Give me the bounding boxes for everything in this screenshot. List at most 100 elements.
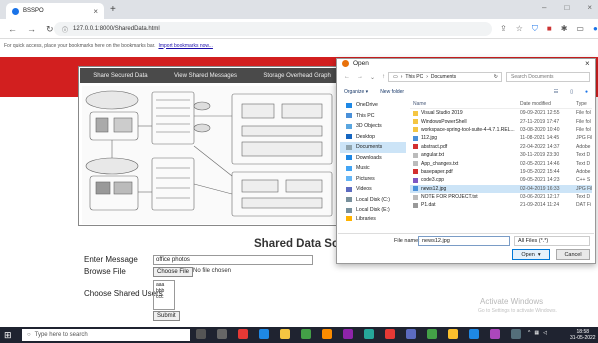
file-row[interactable]: P1.dat 21-09-2014 11:24 DAT Fi xyxy=(410,201,592,209)
star-icon[interactable]: ☆ xyxy=(516,24,523,34)
organize-menu[interactable]: Organize ▾ xyxy=(344,89,368,95)
app-icon[interactable] xyxy=(343,329,353,339)
chrome-icon[interactable] xyxy=(448,329,458,339)
nav-item-documents[interactable]: Documents xyxy=(340,142,406,153)
breadcrumb-this-pc[interactable]: This PC xyxy=(405,74,423,80)
dialog-close-icon[interactable]: × xyxy=(585,59,590,68)
volume-icon[interactable]: ◁ xyxy=(543,330,547,336)
preview-pane-icon[interactable]: ▯ xyxy=(570,89,573,95)
share-icon[interactable]: ⇪ xyxy=(500,24,507,34)
nav-item-libraries[interactable]: Libraries xyxy=(340,216,406,222)
info-icon[interactable]: ⓘ xyxy=(62,25,68,34)
cancel-button[interactable]: Cancel xyxy=(556,249,590,260)
app-icon[interactable] xyxy=(511,329,521,339)
edge-icon[interactable] xyxy=(259,329,269,339)
choose-file-button[interactable]: Choose File xyxy=(153,267,194,277)
taskbar-search[interactable]: ○ Type here to search xyxy=(22,329,190,341)
file-explorer-icon[interactable] xyxy=(280,329,290,339)
import-bookmarks-link[interactable]: Import bookmarks now... xyxy=(158,43,212,49)
file-name-input[interactable]: news12.jpg xyxy=(418,236,510,246)
file-row[interactable]: Visual Studio 2019 09-09-2021 12:55 File f… xyxy=(410,109,592,117)
shared-users-listbox[interactable]: aaa bbb ccc xyxy=(153,280,175,310)
pc-icon: ▭ xyxy=(393,74,398,80)
app-icon[interactable] xyxy=(406,329,416,339)
dialog-search-input[interactable]: Search Documents xyxy=(506,72,590,82)
shield-extension-icon[interactable]: ⛉ xyxy=(532,24,538,34)
user-option[interactable]: ccc xyxy=(156,294,172,300)
open-button[interactable]: Open ▾ xyxy=(512,249,550,260)
nav-item-music[interactable]: Music xyxy=(340,163,406,174)
back-arrow-icon[interactable]: ← xyxy=(344,74,350,81)
url-text: 127.0.0.1:8000/SharedData.html xyxy=(73,26,160,32)
profile-icon[interactable]: ● xyxy=(593,24,598,34)
browser-tab[interactable]: BSSPO × xyxy=(6,3,104,19)
close-window-icon[interactable]: × xyxy=(587,3,592,12)
tab-title: BSSPO xyxy=(23,8,44,14)
extension-red-icon[interactable]: ■ xyxy=(547,24,552,34)
file-row-selected[interactable]: news12.jpg 02-04-2019 16:33 JPG Fil xyxy=(410,184,592,193)
menu-view-shared-messages[interactable]: View Shared Messages xyxy=(174,73,237,79)
chevron-down-icon[interactable]: ⌄ xyxy=(370,74,375,81)
up-arrow-icon[interactable]: ↑ xyxy=(382,74,385,81)
reload-icon[interactable]: ↻ xyxy=(46,24,54,35)
windows-start-icon[interactable]: ⊞ xyxy=(4,330,12,341)
chevron-up-icon[interactable]: ^ xyxy=(528,330,530,336)
network-icon[interactable]: ▦ xyxy=(534,330,539,336)
file-row[interactable]: NOTE FOR PROJECT.txt 03-06-2021 12:17 Text… xyxy=(410,193,592,201)
dialog-breadcrumb[interactable]: ▭ › This PC › Documents ↻ xyxy=(388,72,502,82)
app-icon[interactable] xyxy=(427,329,437,339)
file-row[interactable]: App_changes.txt 02-05-2021 14:46 Text D xyxy=(410,159,592,167)
app-icon[interactable] xyxy=(490,329,500,339)
maximize-icon[interactable]: □ xyxy=(564,3,569,12)
forward-arrow-icon[interactable]: → xyxy=(357,74,363,81)
app-icon[interactable] xyxy=(238,329,248,339)
refresh-icon[interactable]: ↻ xyxy=(494,74,501,80)
close-icon[interactable]: × xyxy=(93,7,98,16)
puzzle-icon[interactable]: ✱ xyxy=(561,24,568,34)
help-icon[interactable]: ● xyxy=(585,89,594,95)
file-row[interactable]: angular.txt 30-11-2019 23:30 Text D xyxy=(410,151,592,159)
new-tab-button[interactable]: + xyxy=(110,4,116,15)
mic-icon[interactable] xyxy=(196,329,206,339)
app-icon[interactable] xyxy=(385,329,395,339)
back-arrow-icon[interactable]: ← xyxy=(8,24,17,35)
file-type-select[interactable]: All Files (*.*) xyxy=(514,236,590,246)
url-bar[interactable]: ⓘ 127.0.0.1:8000/SharedData.html xyxy=(54,22,492,36)
message-input[interactable]: office photos xyxy=(153,255,313,265)
file-row[interactable]: workspace-spring-tool-suite-4-4.7.1.REL.… xyxy=(410,126,592,134)
app-icon[interactable] xyxy=(322,329,332,339)
taskbar-clock[interactable]: 18:58 31-05-2022 xyxy=(570,329,596,341)
new-folder-button[interactable]: New folder xyxy=(380,89,404,95)
app-icon[interactable] xyxy=(301,329,311,339)
nav-item-this-pc[interactable]: This PC xyxy=(340,111,406,122)
column-name[interactable]: Name xyxy=(410,101,520,107)
file-row[interactable]: WindowsPowerShell 27-11-2019 17:47 File fo… xyxy=(410,117,592,125)
forward-arrow-icon[interactable]: → xyxy=(27,24,36,35)
submit-button[interactable]: Submit xyxy=(153,311,180,321)
sidebar-icon[interactable]: ▭ xyxy=(576,24,584,34)
nav-item-onedrive[interactable]: OneDrive xyxy=(340,100,406,111)
chevron-down-icon[interactable]: ▾ xyxy=(538,252,541,258)
nav-item-local-disk-e[interactable]: Local Disk (E:) xyxy=(340,205,406,216)
minimize-icon[interactable]: – xyxy=(542,3,546,12)
breadcrumb-documents[interactable]: Documents xyxy=(431,74,456,80)
app-icon[interactable] xyxy=(469,329,479,339)
app-icon[interactable] xyxy=(364,329,374,339)
menu-storage-overhead-graph[interactable]: Storage Overhead Graph xyxy=(263,73,330,79)
file-row[interactable]: abstract.pdf 22-04-2022 14:37 Adobe xyxy=(410,143,592,151)
nav-item-downloads[interactable]: Downloads xyxy=(340,153,406,164)
column-type[interactable]: Type xyxy=(576,101,592,107)
view-options-icon[interactable]: ☷ xyxy=(554,89,558,95)
nav-item-3d-objects[interactable]: 3D Objects xyxy=(340,121,406,132)
menu-share-secured-data[interactable]: Share Secured Data xyxy=(93,73,147,79)
nav-item-local-disk-c[interactable]: Local Disk (C:) xyxy=(340,195,406,206)
file-row[interactable]: code3.cpp 09-05-2021 14:23 C++ S xyxy=(410,176,592,184)
task-view-icon[interactable] xyxy=(217,329,227,339)
nav-item-videos[interactable]: Videos xyxy=(340,184,406,195)
nav-item-desktop[interactable]: Desktop xyxy=(340,132,406,143)
dialog-nav-pane: OneDrive This PC 3D Objects Desktop Docu… xyxy=(340,100,406,230)
file-row[interactable]: basepaper.pdf 19-05-2022 15:44 Adobe xyxy=(410,168,592,176)
column-date-modified[interactable]: Date modified xyxy=(520,101,576,107)
file-row[interactable]: 112.jpg 11-08-2021 14:45 JPG Fil xyxy=(410,134,592,142)
nav-item-pictures[interactable]: Pictures xyxy=(340,174,406,185)
